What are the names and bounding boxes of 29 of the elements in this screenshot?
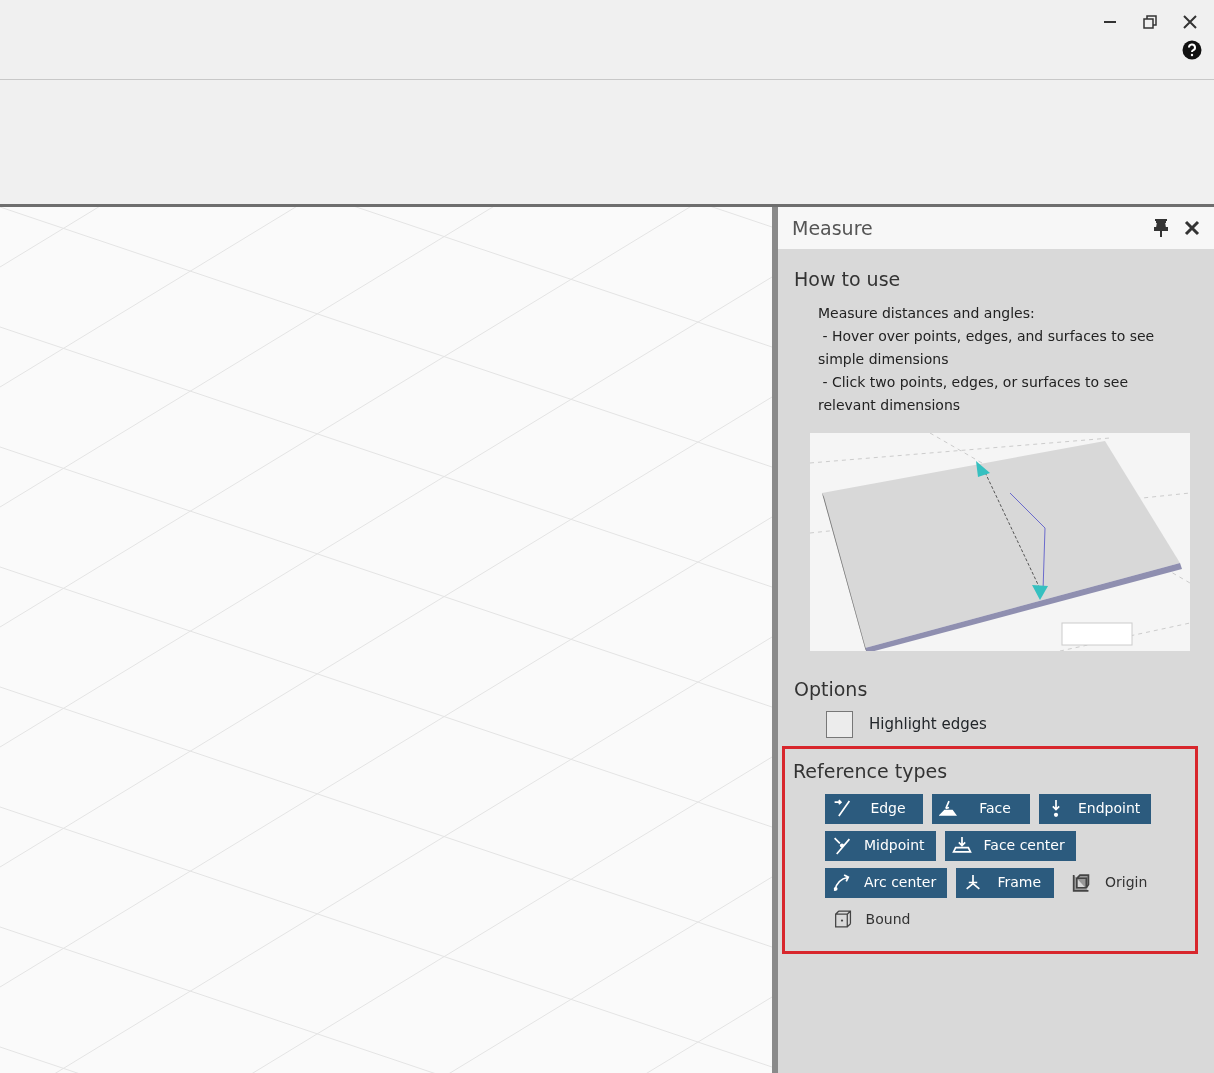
midpoint-icon	[832, 836, 852, 855]
box-icon	[832, 910, 852, 929]
restore-icon	[1143, 15, 1157, 29]
reference-type-toggle[interactable]: Face center	[944, 830, 1076, 861]
arc-icon	[832, 873, 852, 892]
reference-type-toggle[interactable]: Midpoint	[825, 830, 936, 861]
reference-type-toggle[interactable]: Arc center	[825, 867, 948, 898]
section-heading: Options	[794, 676, 869, 702]
help-icon[interactable]	[1182, 40, 1202, 60]
help-text: Measure distances and angles: - Hover over points, edges, and surfaces to see simple dimensions - Click two points, edges, or surfaces to see relevant dimensions	[817, 303, 1156, 415]
reference-type-toggle[interactable]: Frame	[956, 867, 1055, 898]
section-heading: Reference types	[793, 759, 949, 784]
reference-type-toggle[interactable]: Edge	[825, 793, 923, 824]
reference-type-toggle[interactable]: Endpoint	[1039, 793, 1152, 824]
pin-icon[interactable]	[1154, 219, 1168, 237]
reference-type-toggle[interactable]: Bound	[825, 904, 923, 935]
close-icon	[1183, 15, 1197, 29]
face-icon	[939, 799, 959, 818]
checkbox-label: Highlight edges	[869, 714, 987, 736]
reference-type-toggle[interactable]: Origin	[1063, 867, 1162, 898]
minimize-icon	[1104, 21, 1116, 23]
edge-icon	[832, 799, 852, 818]
section-heading: How to use	[794, 267, 902, 292]
checkbox[interactable]	[826, 711, 853, 738]
reference-type-toggle[interactable]: Face	[932, 793, 1030, 824]
close-icon[interactable]	[1184, 220, 1200, 236]
panel-title: Measure	[792, 215, 873, 241]
cube-icon	[1070, 873, 1091, 892]
face-center-icon	[951, 836, 972, 855]
